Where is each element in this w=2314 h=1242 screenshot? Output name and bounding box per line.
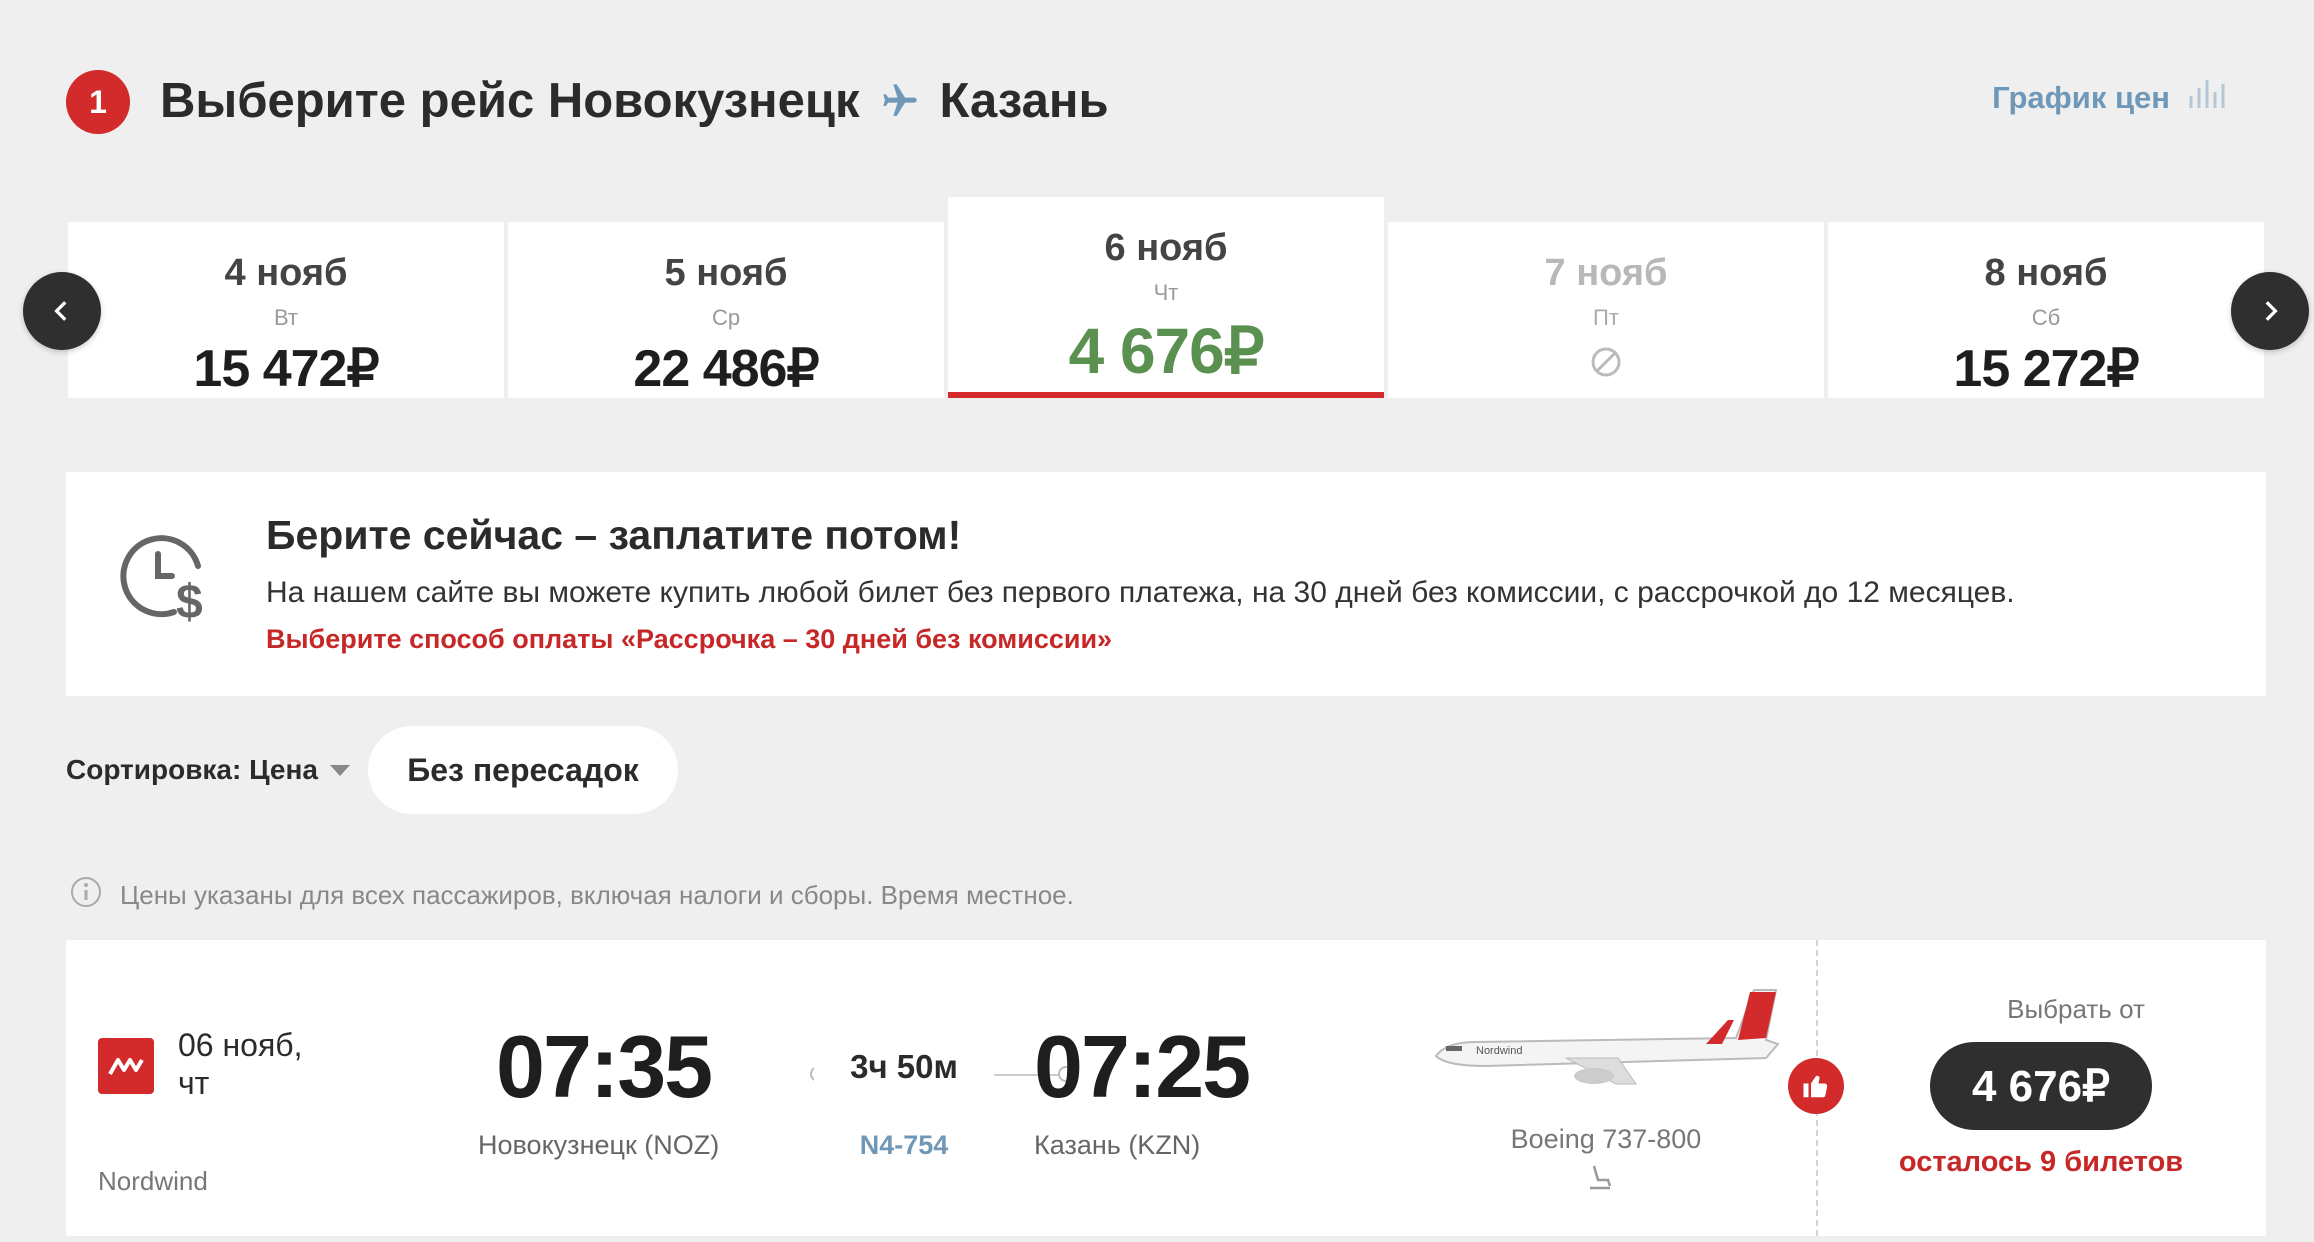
date-price: 22 486₽ [633,340,819,398]
date-option-5-nov[interactable]: 5 нояб Ср 22 486₽ [508,222,944,398]
installment-promo-banner: $ Берите сейчас – заплатите потом! На на… [66,472,2266,696]
unavailable-icon [1388,345,1824,384]
installment-payment-link[interactable]: Выберите способ оплаты «Рассрочка – 30 д… [266,624,1112,655]
arrival-time: 07:25 [1034,1017,1251,1116]
step-number-badge: 1 [66,70,130,134]
price-chart-link[interactable]: График цен [1992,78,2226,118]
nonstop-filter-chip[interactable]: Без пересадок [368,726,678,814]
promo-text: На нашем сайте вы можете купить любой би… [266,576,2015,609]
chevron-right-icon [2265,301,2278,321]
date-price: 15 472₽ [193,340,379,398]
title-origin: Выберите рейс Новокузнецк [160,74,860,128]
svg-text:$: $ [176,576,203,624]
clock-dollar-icon: $ [118,528,214,629]
date-label: 4 нояб [224,252,348,294]
flight-card[interactable]: 06 нояб, чт Nordwind 07:35 Новокузнецк (… [66,940,2266,1236]
choose-from-label: Выбрать от [2007,994,2145,1024]
select-flight-price-button[interactable]: 4 676₽ [1930,1042,2152,1130]
date-label: 6 нояб [1104,227,1228,269]
flight-date-weekday: чт [178,1065,210,1101]
bar-chart-icon [2188,78,2226,118]
plane-icon [878,81,922,121]
svg-text:Nordwind: Nordwind [1476,1045,1522,1057]
date-price: 4 676₽ [1068,315,1265,387]
date-option-6-nov-selected[interactable]: 6 нояб Чт 4 676₽ [948,197,1384,398]
flight-date-day: 06 нояб, [178,1027,303,1063]
arrival-city: Казань (KZN) [1034,1130,1201,1160]
next-dates-button[interactable] [2231,272,2309,350]
date-label: 7 нояб [1544,252,1668,294]
aircraft-model: Boeing 737-800 [1510,1124,1702,1154]
departure-time: 07:35 [496,1017,713,1116]
weekday-label: Ср [711,305,741,330]
info-text: Цены указаны для всех пассажиров, включа… [120,880,1074,910]
date-option-8-nov[interactable]: 8 нояб Сб 15 272₽ [1828,222,2264,398]
caret-down-icon [329,764,350,776]
nordwind-logo-icon [98,1038,154,1094]
date-label: 8 нояб [1984,252,2108,294]
date-label: 5 нояб [664,252,788,294]
flight-number-link[interactable]: N4-754 [814,1130,994,1161]
date-option-4-nov[interactable]: 4 нояб Вт 15 472₽ [68,222,504,398]
seats-left-warning: осталось 9 билетов [1898,1146,2184,1178]
weekday-label: Чт [1153,280,1179,305]
title-destination: Казань [939,74,1109,128]
departure-city: Новокузнецк (NOZ) [478,1130,720,1160]
weekday-label: Вт [273,305,299,330]
prev-dates-button[interactable] [23,272,101,350]
airline-name: Nordwind [98,1166,208,1196]
page-title: Выберите рейс Новокузнецк Казань [160,66,1109,136]
date-price: 15 272₽ [1953,340,2139,398]
aircraft-image: Nordwind [1406,980,1806,1105]
promo-title: Берите сейчас – заплатите потом! [266,512,962,558]
price-info-note: Цены указаны для всех пассажиров, включа… [70,876,1074,915]
flight-duration: 3ч 50м [814,1048,994,1086]
sort-dropdown[interactable]: Сортировка: Цена [66,754,350,786]
weekday-label: Пт [1593,305,1619,330]
sort-label: Сортировка: Цена [66,754,318,785]
flight-date: 06 нояб, чт [178,1026,358,1102]
chevron-left-icon [54,301,67,321]
thumbs-up-icon [1788,1058,1844,1114]
weekday-label: Сб [2031,305,2061,330]
info-icon [70,876,102,915]
seat-icon [1586,1162,1614,1195]
price-chart-label: График цен [1992,80,2170,115]
date-option-7-nov-unavailable: 7 нояб Пт [1388,222,1824,398]
